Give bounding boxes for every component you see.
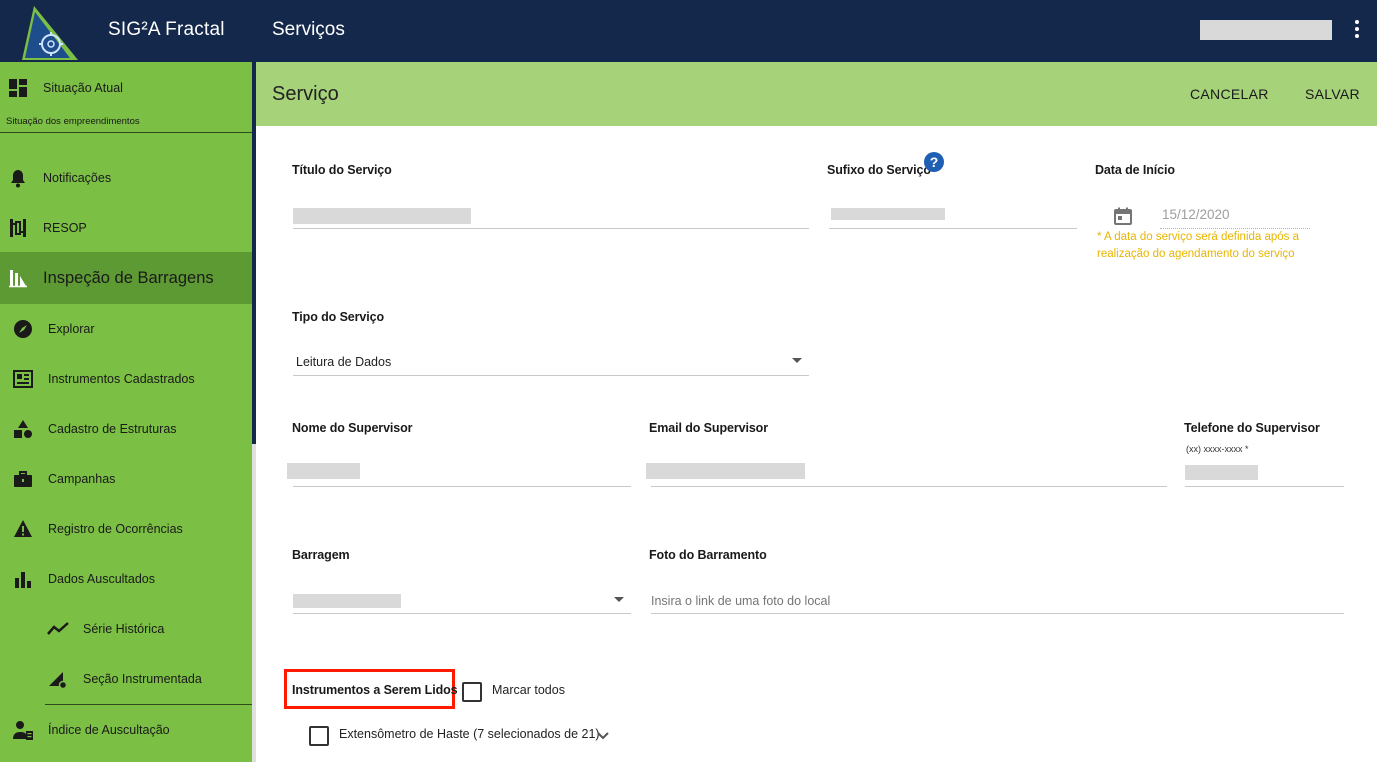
bell-icon bbox=[7, 167, 29, 189]
sidebar-item-serie-historica[interactable]: Série Histórica bbox=[0, 617, 252, 641]
sidebar-subtitle: Situação dos empreendimentos bbox=[6, 116, 140, 127]
supervisor-input[interactable] bbox=[293, 486, 631, 487]
marcar-todos-label: Marcar todos bbox=[492, 683, 565, 697]
sufixo-input[interactable] bbox=[829, 228, 1077, 229]
sidebar-item-notificacoes[interactable]: Notificações bbox=[0, 166, 252, 190]
telefone-input-redacted[interactable] bbox=[1185, 465, 1258, 480]
user-name-redacted[interactable] bbox=[1200, 20, 1332, 40]
warning-icon bbox=[12, 518, 34, 540]
sidebar-item-label: RESOP bbox=[43, 221, 87, 235]
telefone-hint: (xx) xxxx-xxxx * bbox=[1186, 444, 1249, 454]
sidebar-item-label: Explorar bbox=[48, 322, 95, 336]
extensometro-label: Extensômetro de Haste (7 selecionados de… bbox=[339, 727, 600, 741]
instrumentos-label: Instrumentos a Serem Lidos bbox=[292, 683, 458, 697]
tipo-servico-select[interactable]: Leitura de Dados bbox=[296, 355, 391, 369]
app-logo-icon[interactable] bbox=[8, 4, 82, 62]
dam-icon bbox=[7, 267, 29, 289]
sidebar-item-label: Dados Auscultados bbox=[48, 572, 156, 586]
extensometro-checkbox[interactable] bbox=[309, 726, 329, 746]
resop-icon bbox=[7, 217, 29, 239]
section-title: Serviços bbox=[272, 19, 345, 40]
worker-icon bbox=[12, 719, 34, 741]
sidebar-item-cadastro-estruturas[interactable]: Cadastro de Estruturas bbox=[0, 417, 252, 441]
sidebar-item-indice-auscultacao[interactable]: Índice de Auscultação bbox=[0, 718, 252, 742]
foto-label: Foto do Barramento bbox=[649, 548, 767, 562]
sidebar-item-label: Índice de Auscultação bbox=[48, 723, 170, 737]
tipo-servico-underline bbox=[293, 375, 809, 376]
top-app-bar: SIG²A Fractal Serviços bbox=[0, 0, 1377, 62]
shapes-icon bbox=[12, 418, 34, 440]
page-title: Serviço bbox=[272, 83, 339, 105]
calendar-icon[interactable] bbox=[1113, 206, 1133, 226]
svg-text:?: ? bbox=[930, 154, 939, 170]
app-title: SIG²A Fractal bbox=[108, 19, 225, 40]
trend-icon bbox=[47, 618, 69, 640]
sidebar-divider bbox=[0, 132, 252, 133]
sidebar-scrollbar-track bbox=[252, 444, 256, 762]
data-inicio-label: Data de Início bbox=[1095, 163, 1175, 177]
sidebar-item-label: Inspeção de Barragens bbox=[43, 268, 214, 287]
sidebar-item-secao-instrumentada[interactable]: Seção Instrumentada bbox=[0, 667, 252, 691]
dropdown-caret-icon[interactable] bbox=[792, 358, 802, 363]
help-icon[interactable]: ? bbox=[924, 152, 944, 172]
data-inicio-input[interactable]: 15/12/2020 bbox=[1162, 207, 1230, 222]
barragem-underline bbox=[293, 613, 631, 614]
section-icon bbox=[47, 668, 69, 690]
sidebar-item-campanhas[interactable]: Campanhas bbox=[0, 467, 252, 491]
more-vert-icon[interactable] bbox=[1350, 18, 1364, 44]
bar-chart-icon bbox=[12, 568, 34, 590]
data-inicio-hint: * A data do serviço será definida após a… bbox=[1097, 231, 1300, 260]
tipo-servico-label: Tipo do Serviço bbox=[292, 310, 385, 324]
sidebar-item-label: Campanhas bbox=[48, 472, 116, 486]
email-input[interactable] bbox=[651, 486, 1167, 487]
email-input-redacted[interactable] bbox=[646, 463, 805, 479]
sidebar-item-label: Situação Atual bbox=[43, 81, 123, 95]
instrument-icon bbox=[12, 368, 34, 390]
supervisor-input-redacted[interactable] bbox=[287, 463, 360, 479]
sidebar-divider bbox=[45, 704, 252, 705]
telefone-input[interactable] bbox=[1185, 486, 1344, 487]
sidebar-item-label: Série Histórica bbox=[83, 622, 165, 636]
sidebar-item-label: Registro de Ocorrências bbox=[48, 522, 183, 536]
sufixo-label: Sufixo do Serviço bbox=[827, 163, 931, 177]
barragem-select-redacted[interactable] bbox=[293, 594, 401, 608]
telefone-label: Telefone do Supervisor bbox=[1184, 421, 1320, 435]
chevron-down-icon[interactable] bbox=[596, 729, 610, 741]
sidebar-item-label: Cadastro de Estruturas bbox=[48, 422, 177, 436]
supervisor-label: Nome do Supervisor bbox=[292, 421, 413, 435]
foto-input[interactable]: Insira o link de uma foto do local bbox=[651, 594, 830, 608]
sidebar-item-inspecao-barragens[interactable]: Inspeção de Barragens bbox=[0, 252, 252, 304]
sidebar-item-situacao-atual[interactable]: Situação Atual bbox=[0, 76, 252, 100]
sidebar-item-label: Instrumentos Cadastrados bbox=[48, 372, 195, 386]
sidebar-item-resop[interactable]: RESOP bbox=[0, 216, 252, 240]
sidebar-item-explorar[interactable]: Explorar bbox=[0, 317, 252, 341]
sidebar-item-registro-ocorrencias[interactable]: Registro de Ocorrências bbox=[0, 517, 252, 541]
sufixo-input-redacted[interactable] bbox=[831, 208, 945, 220]
sidebar-item-instrumentos-cadastrados[interactable]: Instrumentos Cadastrados bbox=[0, 367, 252, 391]
titulo-input-redacted[interactable] bbox=[293, 208, 471, 224]
titulo-input[interactable] bbox=[293, 228, 809, 229]
save-button[interactable]: SALVAR bbox=[1305, 86, 1360, 102]
dashboard-icon bbox=[7, 77, 29, 99]
titulo-label: Título do Serviço bbox=[292, 163, 392, 177]
email-label: Email do Supervisor bbox=[649, 421, 768, 435]
compass-icon bbox=[12, 318, 34, 340]
sidebar-item-dados-auscultados[interactable]: Dados Auscultados bbox=[0, 567, 252, 591]
barragem-label: Barragem bbox=[292, 548, 350, 562]
foto-underline bbox=[651, 613, 1344, 614]
sidebar-item-label: Seção Instrumentada bbox=[83, 672, 202, 686]
briefcase-icon bbox=[12, 468, 34, 490]
sidebar-item-label: Notificações bbox=[43, 171, 112, 185]
marcar-todos-checkbox[interactable] bbox=[462, 682, 482, 702]
cancel-button[interactable]: CANCELAR bbox=[1190, 86, 1269, 102]
dropdown-caret-icon[interactable] bbox=[614, 597, 624, 602]
